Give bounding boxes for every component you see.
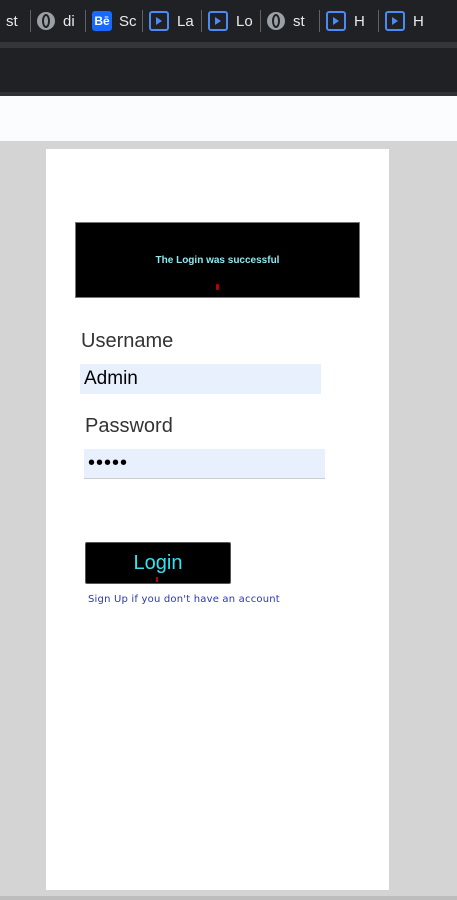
- password-label: Password: [85, 415, 173, 437]
- bookmark-item[interactable]: La: [143, 0, 201, 42]
- bookmark-item[interactable]: st: [261, 0, 319, 42]
- page-header-bar: [0, 96, 457, 141]
- bookmark-label: Sc: [119, 12, 136, 30]
- bookmarks-bar: st di Bē Sc La Lo st H H: [0, 0, 457, 42]
- play-icon: [326, 11, 346, 31]
- play-icon: [149, 11, 169, 31]
- bookmark-label: H: [413, 12, 424, 30]
- success-message: The Login was successful: [155, 255, 280, 266]
- login-button[interactable]: Login: [85, 542, 231, 584]
- globe-icon: [267, 12, 285, 30]
- bookmark-label: H: [354, 12, 365, 30]
- bookmark-label: Lo: [236, 12, 253, 30]
- cursor-marker: [216, 284, 219, 290]
- bookmark-item[interactable]: Bē Sc: [86, 0, 142, 42]
- username-label: Username: [81, 330, 174, 352]
- window-bottom-edge: [0, 896, 457, 900]
- bookmark-item[interactable]: H: [379, 0, 435, 42]
- login-card: The Login was successful Username Passwo…: [46, 149, 389, 890]
- cursor-marker: [156, 577, 158, 582]
- behance-icon: Bē: [92, 11, 112, 31]
- bookmark-label: di: [63, 12, 75, 30]
- globe-icon: [37, 12, 55, 30]
- play-icon: [208, 11, 228, 31]
- bookmark-label: La: [177, 12, 194, 30]
- bookmark-item[interactable]: H: [320, 0, 378, 42]
- password-input[interactable]: [84, 449, 325, 479]
- browser-toolbar: [0, 48, 457, 92]
- bookmark-label: st: [293, 12, 305, 30]
- signup-link[interactable]: Sign Up if you don't have an account: [88, 594, 280, 605]
- bookmark-item[interactable]: Lo: [202, 0, 260, 42]
- success-banner: The Login was successful: [75, 222, 360, 298]
- bookmark-label: st: [6, 12, 18, 30]
- bookmark-item[interactable]: di: [31, 0, 85, 42]
- play-icon: [385, 11, 405, 31]
- bookmark-item[interactable]: st: [0, 0, 30, 42]
- username-input[interactable]: [80, 364, 321, 394]
